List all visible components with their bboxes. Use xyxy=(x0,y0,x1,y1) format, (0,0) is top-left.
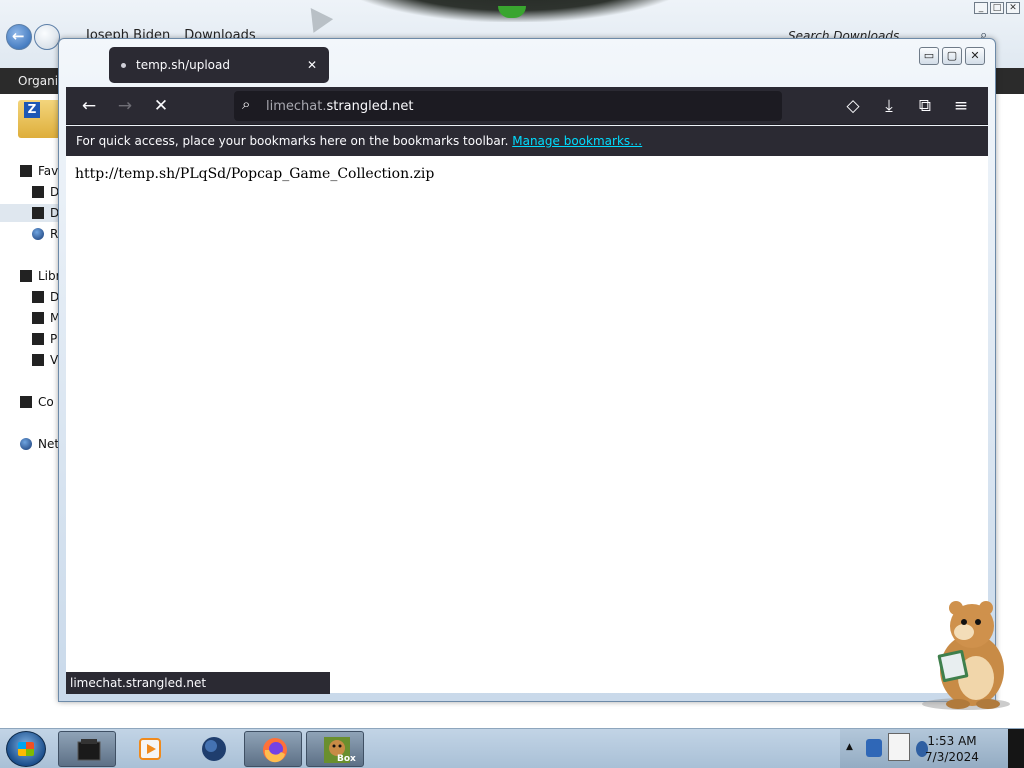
tray-app-icon[interactable] xyxy=(866,739,882,757)
page-text: http://temp.sh/PLqSd/Popcap_Game_Collect… xyxy=(75,166,435,182)
downloads-icon xyxy=(32,207,44,219)
pocket-icon[interactable]: ◇ xyxy=(842,95,864,117)
sidebar-item-documents[interactable]: D xyxy=(32,288,59,306)
page-content: http://temp.sh/PLqSd/Popcap_Game_Collect… xyxy=(66,156,988,693)
hamster-mascot-icon xyxy=(922,601,1010,710)
tray-expand-icon[interactable]: ▲ xyxy=(846,742,853,752)
sidebar-item-videos[interactable]: V xyxy=(32,351,58,369)
minimize-button[interactable]: ▭ xyxy=(919,47,939,65)
sidebar-network[interactable]: Net xyxy=(20,435,59,453)
sidebar-libraries[interactable]: Libr xyxy=(20,267,61,285)
maximize-button[interactable]: ▢ xyxy=(942,47,962,65)
task-terminal-icon xyxy=(77,739,101,761)
firefox-window-controls: ▭ ▢ ✕ xyxy=(919,47,985,65)
back-button[interactable]: ← xyxy=(78,95,100,117)
sidebar-item-label: Net xyxy=(38,437,60,451)
maximize-button[interactable]: □ xyxy=(990,2,1004,14)
menu-icon[interactable]: ≡ xyxy=(950,95,972,117)
network-icon xyxy=(20,438,32,450)
close-button[interactable]: ✕ xyxy=(1006,2,1020,14)
sidebar-item-label: Co xyxy=(38,395,54,409)
libraries-icon xyxy=(20,270,32,282)
desktop-icon xyxy=(32,186,44,198)
windows-logo-icon xyxy=(18,742,34,756)
sidebar-computer[interactable]: Co xyxy=(20,393,54,411)
computer-icon xyxy=(20,396,32,408)
clock[interactable]: 1:53 AM 7/3/2024 xyxy=(920,733,984,765)
downloads-icon[interactable]: ⤓ xyxy=(878,95,900,117)
sidebar-item-label: P xyxy=(50,332,58,346)
url-subdomain: limechat. xyxy=(266,98,327,114)
taskbar-app-box-game[interactable]: Box xyxy=(306,731,364,767)
clock-time: 1:53 AM xyxy=(927,734,977,748)
sidebar-item-music[interactable]: M xyxy=(32,309,60,327)
loading-dot-icon xyxy=(121,62,126,68)
stop-loading-button[interactable]: ✕ xyxy=(150,95,172,117)
status-bar: limechat.strangled.net xyxy=(66,672,330,694)
explorer-sidebar: Fav D D R Libr D M P V Co Net xyxy=(0,152,64,712)
sidebar-item-recent[interactable]: R xyxy=(32,225,58,243)
bookmarks-hint: For quick access, place your bookmarks h… xyxy=(76,134,509,148)
sidebar-item-pictures[interactable]: P xyxy=(32,330,57,348)
videos-icon xyxy=(32,354,44,366)
clock-date: 7/3/2024 xyxy=(925,750,979,764)
close-button[interactable]: ✕ xyxy=(965,47,985,65)
pictures-icon xyxy=(32,333,44,345)
task-firefox-icon xyxy=(263,738,287,763)
manage-bookmarks-link[interactable]: Manage bookmarks… xyxy=(512,134,642,148)
show-desktop-button[interactable] xyxy=(1008,729,1024,768)
star-icon xyxy=(20,165,32,177)
back-button[interactable] xyxy=(6,24,32,50)
sidebar-favorites[interactable]: Fav xyxy=(20,162,58,180)
sidebar-item-downloads[interactable]: D xyxy=(0,204,64,222)
taskbar: Box ▲ 1:53 AM 7/3/2024 xyxy=(0,728,1024,768)
taskbar-app-globe[interactable] xyxy=(184,731,242,767)
forward-button[interactable]: → xyxy=(114,95,136,117)
url-bar[interactable]: ⌕ limechat. strangled.net xyxy=(234,91,782,121)
bookmarks-toolbar: For quick access, place your bookmarks h… xyxy=(66,126,988,156)
url-domain: strangled.net xyxy=(326,98,414,114)
task-globe-icon xyxy=(202,737,226,761)
sidebar-item-label: Fav xyxy=(38,164,59,178)
recent-places-icon xyxy=(32,228,44,240)
sidebar-item-desktop[interactable]: D xyxy=(32,183,59,201)
forward-button[interactable] xyxy=(34,24,60,50)
tray-network-icon[interactable] xyxy=(888,733,910,761)
search-icon: ⌕ xyxy=(242,95,251,113)
tab-title: temp.sh/upload xyxy=(136,58,230,72)
task-media-player-icon xyxy=(139,738,161,760)
start-button[interactable] xyxy=(6,731,46,767)
box-game-label: Box xyxy=(337,754,356,764)
navigation-toolbar: ← → ✕ ⌕ limechat. strangled.net ◇ ⤓ ⧉ ≡ xyxy=(66,87,988,125)
taskbar-app-terminal[interactable] xyxy=(58,731,116,767)
extensions-icon[interactable]: ⧉ xyxy=(914,95,936,117)
sidebar-item-label: V xyxy=(50,353,59,367)
taskbar-app-firefox[interactable] xyxy=(244,731,302,767)
tab-close-icon[interactable]: ✕ xyxy=(307,58,317,72)
documents-icon xyxy=(32,291,44,303)
taskbar-app-media-player[interactable] xyxy=(120,731,178,767)
firefox-window: ▭ ▢ ✕ temp.sh/upload ✕ ← → ✕ ⌕ limechat.… xyxy=(58,38,996,702)
explorer-window-controls: _ □ ✕ xyxy=(974,2,1020,14)
tab-temp-sh-upload[interactable]: temp.sh/upload ✕ xyxy=(109,47,329,83)
minimize-button[interactable]: _ xyxy=(974,2,988,14)
music-icon xyxy=(32,312,44,324)
